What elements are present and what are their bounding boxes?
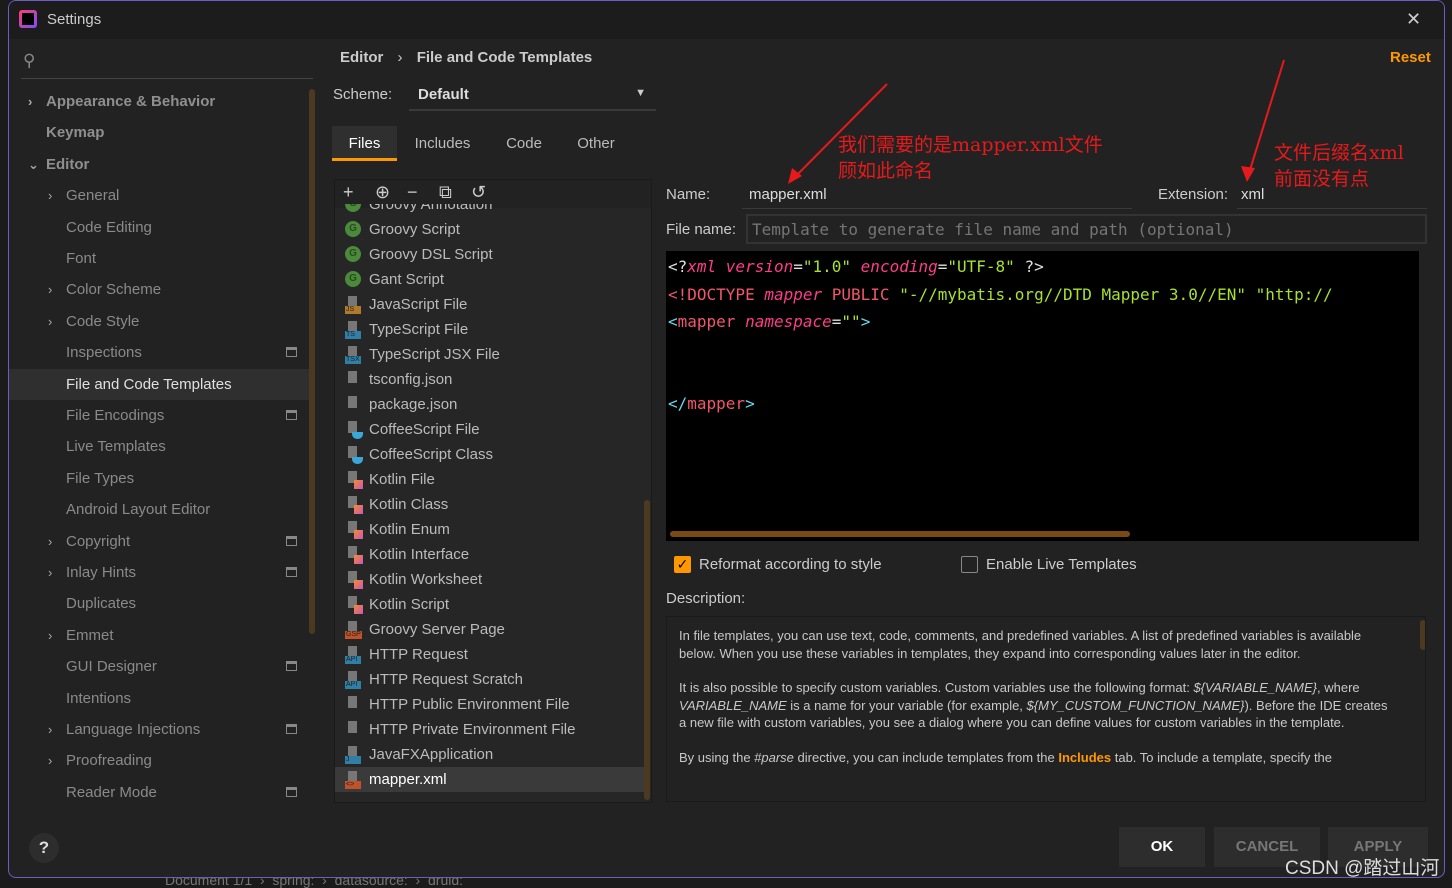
annotation-arrows [788, 59, 1285, 184]
annotation-arrowhead-2 [1241, 166, 1255, 182]
annotation-arrowhead-1 [788, 168, 802, 184]
annotation-note-1: 我们需要的是mapper.xml文件 顾如此命名 [838, 134, 1103, 182]
watermark: CSDN @踏过山河 [1285, 858, 1440, 879]
annotation-note-2: 文件后缀名xml 前面没有点 [1274, 142, 1404, 190]
